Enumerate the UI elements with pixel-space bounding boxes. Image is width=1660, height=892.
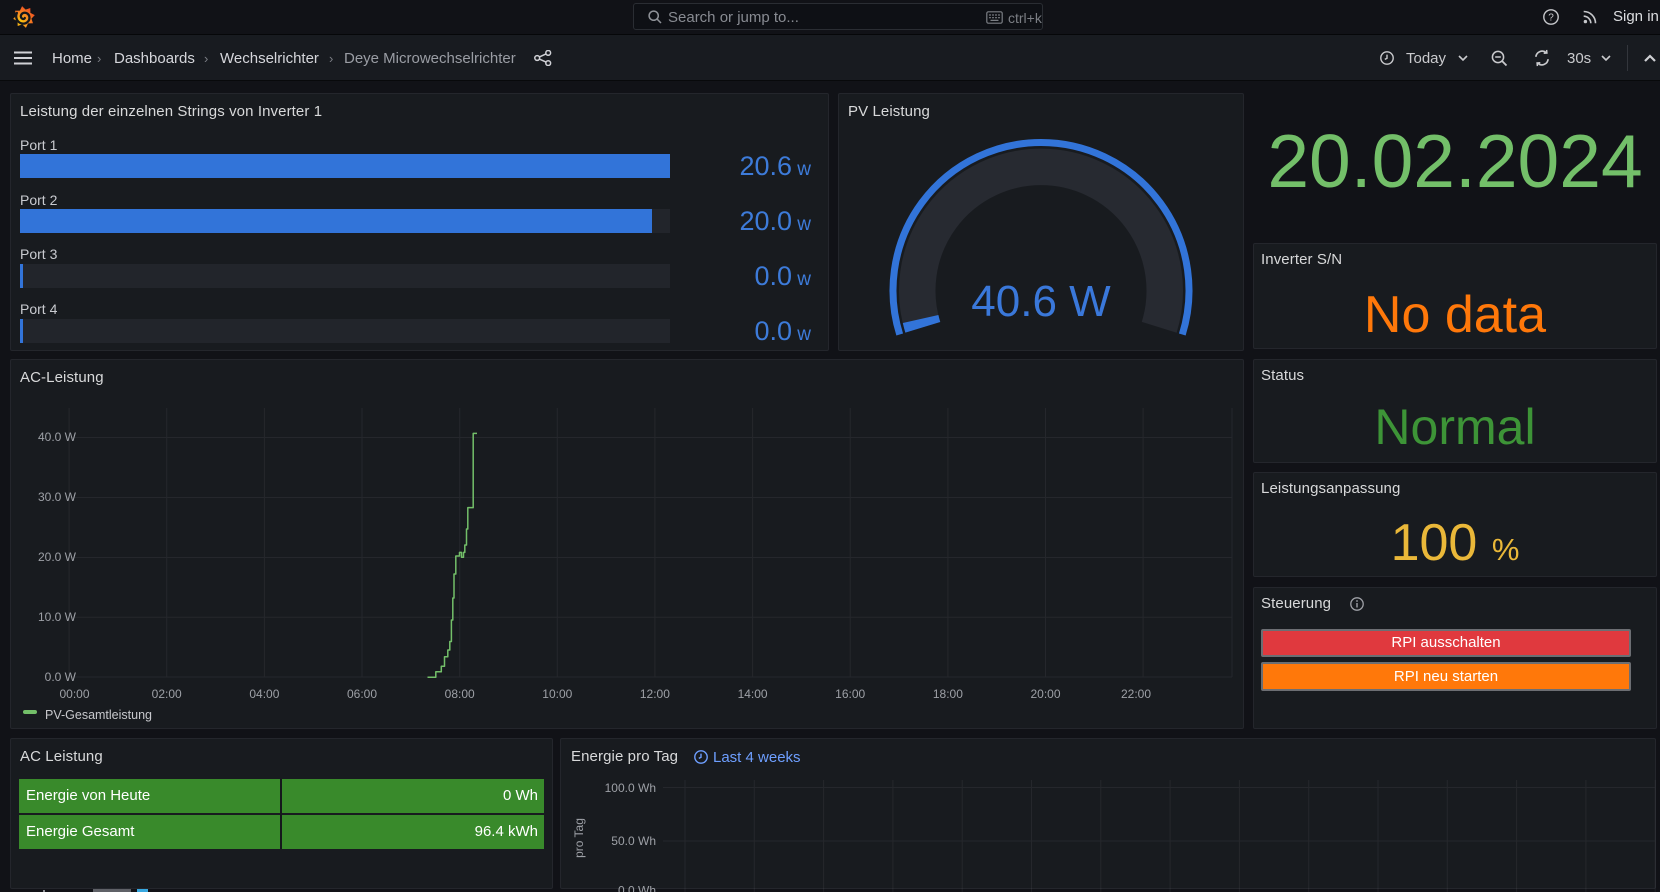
svg-text:06:00: 06:00 [347,687,377,701]
svg-text:02:00: 02:00 [152,687,182,701]
svg-text:04:00: 04:00 [249,687,279,701]
svg-text:PV-Gesamtleistung: PV-Gesamtleistung [45,708,152,722]
svg-text:16:00: 16:00 [835,687,865,701]
svg-text:08:00: 08:00 [445,687,475,701]
svg-text:10.0 W: 10.0 W [38,610,77,624]
svg-text:0.0 Wh: 0.0 Wh [618,884,656,892]
svg-text:18:00: 18:00 [933,687,963,701]
svg-text:40.0 W: 40.0 W [38,430,77,444]
svg-text:30.0 W: 30.0 W [38,490,77,504]
svg-text:00:00: 00:00 [59,687,89,701]
svg-text:40.6 W: 40.6 W [971,277,1111,326]
svg-text:100.0 Wh: 100.0 Wh [605,781,656,795]
svg-text:14:00: 14:00 [738,687,768,701]
svg-text:10:00: 10:00 [542,687,572,701]
svg-text:0.0 W: 0.0 W [45,670,77,684]
svg-text:22:00: 22:00 [1121,687,1151,701]
svg-text:12:00: 12:00 [640,687,670,701]
svg-text:pro Tag: pro Tag [572,818,586,858]
svg-text:20:00: 20:00 [1030,687,1060,701]
svg-text:20.0 W: 20.0 W [38,550,77,564]
svg-text:50.0 Wh: 50.0 Wh [611,834,656,848]
svg-text:?: ? [1548,12,1554,23]
